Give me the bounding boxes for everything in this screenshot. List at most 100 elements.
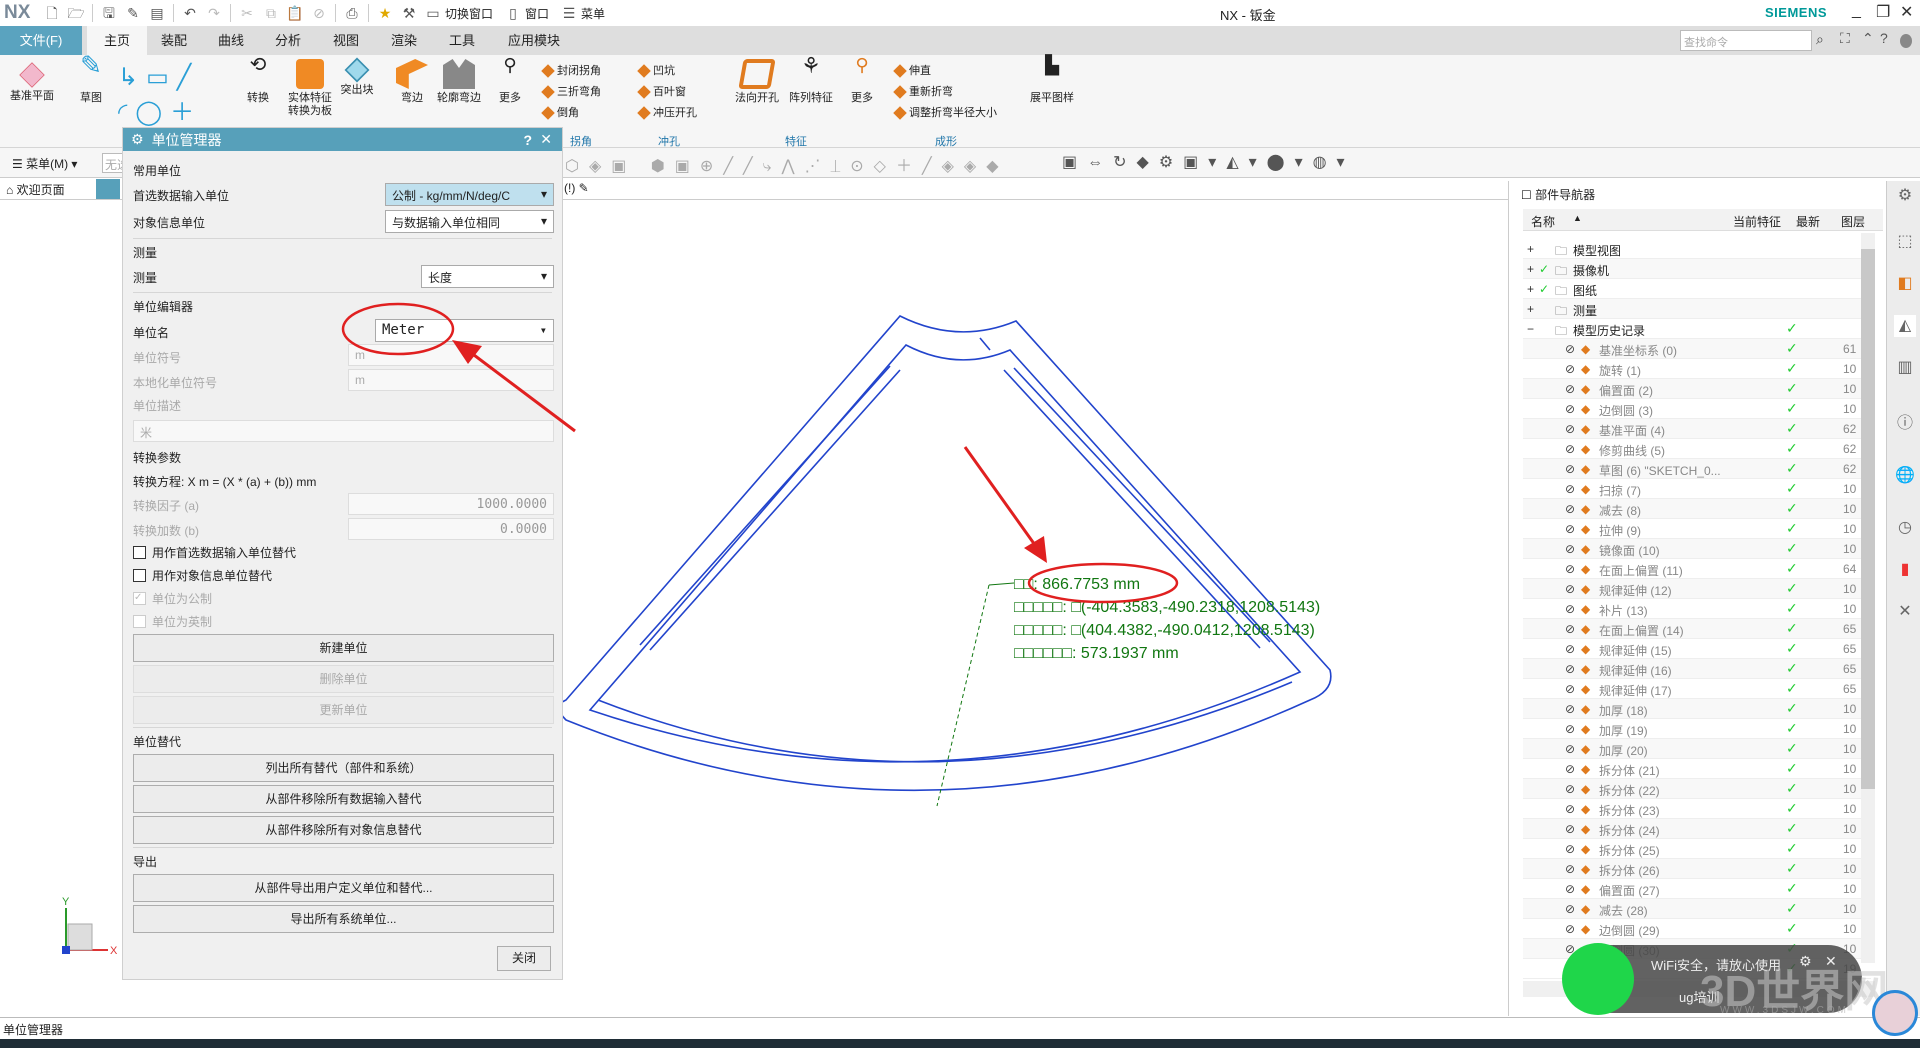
col-name[interactable]: 名称 — [1531, 213, 1555, 230]
drawn-cutout-button[interactable]: 冲压开孔 — [637, 103, 697, 123]
rebend-button[interactable]: 重新折弯 — [893, 82, 953, 102]
feature-row[interactable]: ⊘ ◆ 拆分体 (26) ✓ 10 — [1523, 859, 1871, 879]
factor-input[interactable]: 1000.0000 — [348, 493, 554, 515]
feature-row[interactable]: ⊘ ◆ 在面上偏置 (11) ✓ 64 — [1523, 559, 1871, 579]
repeat-command-icon[interactable]: ⚒ — [399, 4, 419, 22]
checkbox[interactable] — [133, 569, 146, 582]
feature-row[interactable]: ⊘ ◆ 修剪曲线 (5) ✓ 62 — [1523, 439, 1871, 459]
hidden-eye-icon[interactable]: ⊘ — [1565, 882, 1575, 896]
convert-button[interactable]: ⟲ 转换 — [240, 55, 276, 105]
hidden-eye-icon[interactable]: ⊘ — [1565, 442, 1575, 456]
command-search-input[interactable]: 查找命令 — [1680, 30, 1812, 51]
hidden-eye-icon[interactable]: ⊘ — [1565, 822, 1575, 836]
hidden-eye-icon[interactable]: ⊘ — [1565, 422, 1575, 436]
checkbox[interactable] — [133, 615, 146, 628]
export-user-units-button[interactable]: 从部件导出用户定义单位和替代... — [133, 874, 554, 902]
feature-row[interactable]: ⊘ ◆ 边倒圆 (3) ✓ 10 — [1523, 399, 1871, 419]
resize-bend-radius-button[interactable]: 调整折弯半径大小 — [893, 103, 997, 123]
feature-row[interactable]: ⊘ ◆ 加厚 (19) ✓ 10 — [1523, 719, 1871, 739]
expand-icon[interactable]: − — [1527, 322, 1534, 336]
save-all-icon[interactable]: ▤ — [147, 4, 167, 22]
web-browser-icon[interactable]: 🌐 — [1894, 465, 1916, 487]
menu-button[interactable]: 菜单 — [581, 5, 605, 22]
view-tools[interactable]: ▣⇔↻◆⚙▣▾◭▾⬤▾◍▾ — [1062, 152, 1355, 172]
feature-row[interactable]: ⊘ ◆ 草图 (6) "SKETCH_0... ✓ 62 — [1523, 459, 1871, 479]
expand-icon[interactable]: + — [1527, 302, 1534, 316]
unit-symbol-input[interactable]: m — [348, 344, 554, 366]
tab-analysis[interactable]: 分析 — [262, 26, 314, 55]
flange-button[interactable]: 弯边 — [394, 55, 430, 105]
collapse-ribbon-icon[interactable]: ⌃ — [1862, 30, 1874, 47]
save-icon[interactable]: 🖫 — [99, 4, 119, 22]
hidden-eye-icon[interactable]: ⊘ — [1565, 362, 1575, 376]
hidden-eye-icon[interactable]: ⊘ — [1565, 462, 1575, 476]
sketch-button[interactable]: ✎ 草图 — [70, 52, 112, 105]
tree-node[interactable]: + ✓ 🗀 摄像机 — [1523, 259, 1871, 279]
obj-info-select[interactable]: 与数据输入单位相同 — [385, 210, 554, 233]
hidden-eye-icon[interactable]: ⊘ — [1565, 562, 1575, 576]
list-overrides-button[interactable]: 列出所有替代（部件和系统） — [133, 754, 554, 782]
feature-row[interactable]: ⊘ ◆ 拆分体 (21) ✓ 10 — [1523, 759, 1871, 779]
feature-row[interactable]: ⊘ ◆ 镜像面 (10) ✓ 10 — [1523, 539, 1871, 559]
cb-pref-override[interactable]: 用作首选数据输入单位替代 — [133, 544, 296, 561]
unit-description-input[interactable]: 米 — [133, 420, 554, 442]
hidden-eye-icon[interactable]: ⊘ — [1565, 502, 1575, 516]
hidden-eye-icon[interactable]: ⊘ — [1565, 682, 1575, 696]
feature-row[interactable]: ⊘ ◆ 规律延伸 (12) ✓ 10 — [1523, 579, 1871, 599]
feature-row[interactable]: ⊘ ◆ 规律延伸 (17) ✓ 65 — [1523, 679, 1871, 699]
closed-corner-button[interactable]: 封闭拐角 — [541, 61, 601, 81]
tab-assembly[interactable]: 装配 — [148, 26, 200, 55]
hidden-eye-icon[interactable]: ⊘ — [1565, 582, 1575, 596]
hidden-eye-icon[interactable]: ⊘ — [1565, 402, 1575, 416]
sketch-curve-tools[interactable]: ↳▭╱ ◜◯＋ — [118, 63, 202, 127]
help-icon[interactable]: ? — [1880, 30, 1888, 46]
feature-row[interactable]: ⊘ ◆ 旋转 (1) ✓ 10 — [1523, 359, 1871, 379]
more-button-2[interactable]: ⚲ 更多 — [844, 55, 880, 105]
feature-row[interactable]: ⊘ ◆ 减去 (8) ✓ 10 — [1523, 499, 1871, 519]
feature-row[interactable]: ⊘ ◆ 加厚 (20) ✓ 10 — [1523, 739, 1871, 759]
hidden-eye-icon[interactable]: ⊘ — [1565, 782, 1575, 796]
hidden-eye-icon[interactable]: ⊘ — [1565, 922, 1575, 936]
col-layer[interactable]: 图层 — [1841, 213, 1865, 230]
redo-icon[interactable]: ↷ — [204, 4, 224, 22]
solid-to-sheet-button[interactable]: 实体特征 转换为板 — [283, 55, 337, 118]
hidden-eye-icon[interactable]: ⊘ — [1565, 622, 1575, 636]
close-button[interactable]: 关闭 — [497, 946, 551, 971]
minimize-button[interactable]: _ — [1852, 2, 1861, 20]
feature-row[interactable]: ⊘ ◆ 在面上偏置 (14) ✓ 65 — [1523, 619, 1871, 639]
feature-row[interactable]: ⊘ ◆ 加厚 (18) ✓ 10 — [1523, 699, 1871, 719]
export-system-units-button[interactable]: 导出所有系统单位... — [133, 905, 554, 933]
window-menu[interactable]: 窗口 — [525, 5, 549, 22]
dialog-header[interactable]: ⚙ 单位管理器 ? ✕ — [123, 128, 562, 151]
expand-icon[interactable]: + — [1527, 242, 1534, 256]
feature-row[interactable]: ⊘ ◆ 拆分体 (23) ✓ 10 — [1523, 799, 1871, 819]
tab-tools[interactable]: 工具 — [436, 26, 488, 55]
dimple-button[interactable]: 凹坑 — [637, 61, 675, 81]
three-bend-corner-button[interactable]: 三折弯角 — [541, 82, 601, 102]
close-icon[interactable]: ✕ — [540, 131, 552, 148]
tree-node[interactable]: − 🗀 模型历史记录 ✓ — [1523, 319, 1871, 339]
delete-unit-button[interactable]: 删除单位 — [133, 665, 554, 693]
checkbox[interactable] — [133, 546, 146, 559]
close-window-button[interactable]: ✕ — [1900, 2, 1913, 22]
feature-row[interactable]: ⊘ ◆ 拆分体 (22) ✓ 10 — [1523, 779, 1871, 799]
restore-button[interactable]: ❐ — [1876, 2, 1890, 22]
fullscreen-icon[interactable]: ⛶ — [1840, 30, 1850, 47]
switch-window-button[interactable]: 切换窗口 — [445, 5, 493, 22]
hd3d-icon[interactable]: ⓘ — [1894, 409, 1916, 432]
cut-icon[interactable]: ✂ — [237, 4, 257, 22]
hidden-eye-icon[interactable]: ⊘ — [1565, 702, 1575, 716]
unbend-button[interactable]: 伸直 — [893, 61, 931, 81]
search-icon[interactable]: ⌕ — [1816, 31, 1824, 48]
feature-row[interactable]: ⊘ ◆ 补片 (13) ✓ 10 — [1523, 599, 1871, 619]
avatar[interactable] — [1872, 990, 1918, 1036]
feature-row[interactable]: ⊘ ◆ 减去 (28) ✓ 10 — [1523, 899, 1871, 919]
open-icon[interactable]: 🗁 — [66, 4, 86, 22]
copy-icon[interactable]: ⧉ — [261, 4, 281, 22]
tree-node[interactable]: + ✓ 🗀 图纸 — [1523, 279, 1871, 299]
help-icon[interactable]: ? — [523, 132, 532, 148]
offset-input[interactable]: 0.0000 — [348, 518, 554, 540]
hidden-eye-icon[interactable]: ⊘ — [1565, 482, 1575, 496]
tab-block-button[interactable]: 突出块 — [337, 55, 377, 97]
scrollbar-thumb[interactable] — [1861, 249, 1875, 789]
